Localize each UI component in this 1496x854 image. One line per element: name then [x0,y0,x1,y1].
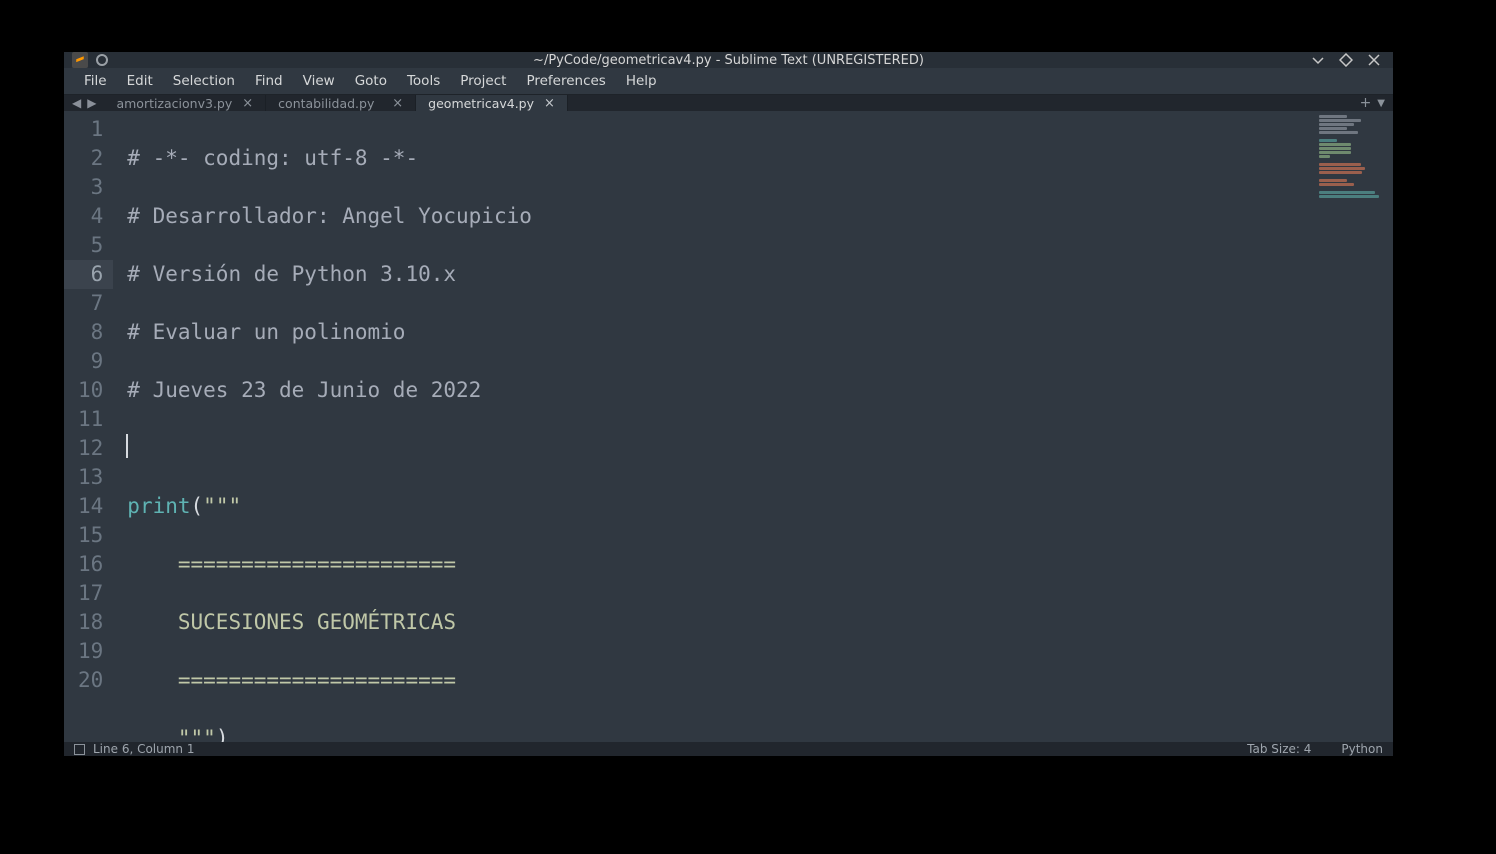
titlebar: ~/PyCode/geometricav4.py - Sublime Text … [64,52,1393,68]
editor-area[interactable]: 1 2 3 4 5 6 7 8 9 10 11 12 13 14 15 16 1… [64,111,1393,742]
line-number: 9 [78,347,103,376]
statusbar: Line 6, Column 1 Tab Size: 4 Python [64,742,1393,756]
window-menu-icon[interactable] [96,54,108,66]
code-builtin: print [127,494,190,518]
tab-amortizacion[interactable]: amortizacionv3.py × [104,95,266,111]
code-comment: # Jueves 23 de Junio de 2022 [127,378,481,402]
status-syntax[interactable]: Python [1341,742,1383,756]
line-number: 3 [78,173,103,202]
minimap[interactable] [1315,111,1393,742]
menubar: File Edit Selection Find View Goto Tools… [64,68,1393,95]
tab-contabilidad[interactable]: contabilidad.py × [266,95,416,111]
line-number-current: 6 [64,260,113,289]
code-string: SUCESIONES GEOMÉTRICAS [127,610,456,634]
window-title: ~/PyCode/geometricav4.py - Sublime Text … [64,53,1393,68]
tab-label: contabilidad.py [278,96,374,111]
line-number: 8 [78,318,103,347]
tab-close-icon[interactable]: × [392,97,403,110]
menu-help[interactable]: Help [616,68,667,94]
line-number: 20 [78,666,103,695]
line-number: 13 [78,463,103,492]
editor-window: ~/PyCode/geometricav4.py - Sublime Text … [64,52,1393,756]
line-number: 4 [78,202,103,231]
app-icon [72,52,88,68]
line-number: 7 [78,289,103,318]
code-string: ====================== [127,552,456,576]
line-number: 5 [78,231,103,260]
line-number: 19 [78,637,103,666]
new-tab-icon[interactable]: + [1360,95,1372,111]
code-string: """ [178,726,216,742]
line-number: 15 [78,521,103,550]
line-number: 10 [78,376,103,405]
code-view[interactable]: # -*- coding: utf-8 -*- # Desarrollador:… [113,111,1315,742]
line-number: 17 [78,579,103,608]
menu-edit[interactable]: Edit [117,68,163,94]
tab-history-back-icon[interactable]: ◀ [70,96,83,110]
close-icon[interactable] [1367,53,1381,67]
menu-file[interactable]: File [74,68,117,94]
code-comment: # Versión de Python 3.10.x [127,262,456,286]
line-number: 2 [78,144,103,173]
line-number: 16 [78,550,103,579]
tab-geometrica[interactable]: geometricav4.py × [416,95,568,111]
menu-tools[interactable]: Tools [397,68,450,94]
line-number: 1 [78,115,103,144]
code-string: ====================== [127,668,456,692]
tab-close-icon[interactable]: × [242,97,253,110]
gutter: 1 2 3 4 5 6 7 8 9 10 11 12 13 14 15 16 1… [64,111,113,742]
code-comment: # -*- coding: utf-8 -*- [127,146,418,170]
menu-view[interactable]: View [293,68,345,94]
line-number: 14 [78,492,103,521]
line-number: 11 [78,405,103,434]
code-string [127,726,178,742]
menu-goto[interactable]: Goto [345,68,397,94]
code-comment: # Desarrollador: Angel Yocupicio [127,204,532,228]
line-number: 18 [78,608,103,637]
line-number: 12 [78,434,103,463]
maximize-icon[interactable] [1339,53,1353,67]
status-tabsize[interactable]: Tab Size: 4 [1247,742,1311,756]
tab-history-forward-icon[interactable]: ▶ [85,96,98,110]
tabbar: ◀ ▶ amortizacionv3.py × contabilidad.py … [64,95,1393,111]
menu-selection[interactable]: Selection [163,68,245,94]
tab-label: geometricav4.py [428,96,534,111]
code-comment: # Evaluar un polinomio [127,320,405,344]
minimize-icon[interactable] [1311,53,1325,67]
menu-preferences[interactable]: Preferences [516,68,615,94]
text-cursor [126,434,128,458]
panel-switcher-icon[interactable] [74,744,85,755]
tab-dropdown-icon[interactable]: ▼ [1377,98,1385,109]
menu-find[interactable]: Find [245,68,293,94]
tab-close-icon[interactable]: × [544,97,555,110]
menu-project[interactable]: Project [450,68,516,94]
tab-label: amortizacionv3.py [116,96,232,111]
minimap-content [1319,115,1389,199]
status-position[interactable]: Line 6, Column 1 [93,742,195,756]
code-string: """ [203,494,241,518]
